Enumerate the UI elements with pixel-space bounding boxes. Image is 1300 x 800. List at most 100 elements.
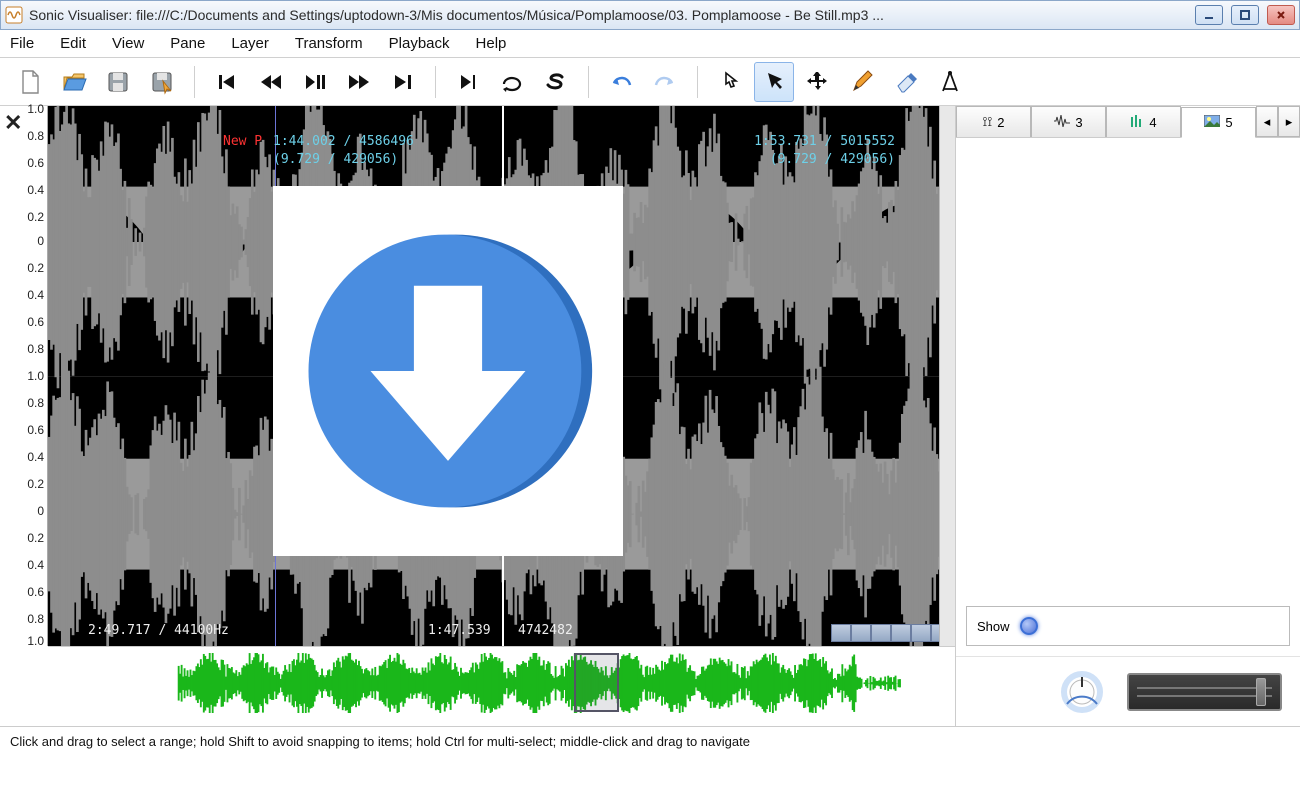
tab-num: 2 (997, 115, 1004, 130)
new-point-label: New P (223, 134, 262, 149)
layer-tab-5[interactable]: 5 (1181, 107, 1256, 138)
footer-left: 2:49.717 / 44100Hz (88, 623, 229, 638)
window-titlebar: Sonic Visualiser: file:///C:/Documents a… (0, 0, 1300, 30)
ffwd-end-button[interactable] (383, 62, 423, 102)
open-button[interactable] (54, 62, 94, 102)
tick: 0.2 (27, 531, 44, 545)
tick: 1.0 (27, 369, 44, 383)
save-as-button[interactable] (142, 62, 182, 102)
ffwd-button[interactable] (339, 62, 379, 102)
tick: 0.2 (27, 261, 44, 275)
tick: 0.8 (27, 342, 44, 356)
playback-controls (956, 656, 1300, 726)
tab-num: 4 (1149, 115, 1156, 130)
tick: 0.2 (27, 210, 44, 224)
navigate-tool[interactable] (710, 62, 750, 102)
erase-tool[interactable] (886, 62, 926, 102)
close-pane-icon[interactable]: ✕ (4, 110, 22, 136)
tick: 0.4 (27, 183, 44, 197)
layer-tab-4[interactable]: 4 (1106, 106, 1181, 137)
select-tool[interactable] (754, 62, 794, 102)
minimize-button[interactable] (1195, 5, 1223, 25)
tick: 0 (37, 504, 44, 518)
waveform-canvas[interactable]: New P 1:44.002 / 4586496 (9.729 / 429056… (48, 106, 955, 646)
properties-panel: ⟟⟟ 2 3 4 5 ◂ ▸ Show (955, 106, 1300, 726)
menu-edit[interactable]: Edit (60, 35, 86, 52)
overview-viewport[interactable] (574, 653, 619, 712)
tick: 1.0 (27, 102, 44, 116)
layer-tab-3[interactable]: 3 (1031, 106, 1106, 137)
redo-button[interactable] (645, 62, 685, 102)
tick: 0.8 (27, 396, 44, 410)
tick: 0.6 (27, 315, 44, 329)
ruler-icon: ⟟⟟ (983, 114, 993, 130)
undo-button[interactable] (601, 62, 641, 102)
image-icon (1204, 115, 1220, 130)
tick: 0 (37, 234, 44, 248)
menu-file[interactable]: File (10, 35, 34, 52)
layer-properties (956, 138, 1300, 606)
tick: 0.2 (27, 477, 44, 491)
draw-tool[interactable] (842, 62, 882, 102)
menu-playback[interactable]: Playback (389, 35, 450, 52)
gain-fader[interactable] (1127, 673, 1282, 711)
loop-button[interactable] (492, 62, 532, 102)
download-overlay-icon (273, 186, 623, 556)
status-text: Click and drag to select a range; hold S… (10, 734, 750, 749)
show-layer-row[interactable]: Show (966, 606, 1290, 646)
fader-thumb[interactable] (1256, 678, 1266, 706)
rewind-start-button[interactable] (207, 62, 247, 102)
menu-pane[interactable]: Pane (170, 35, 205, 52)
maximize-button[interactable] (1231, 5, 1259, 25)
tick: 0.6 (27, 585, 44, 599)
window-title: Sonic Visualiser: file:///C:/Documents a… (29, 7, 1187, 23)
wave-icon (1054, 115, 1070, 130)
play-selection-button[interactable] (448, 62, 488, 102)
tick: 1.0 (27, 634, 44, 648)
overview-pane[interactable] (48, 646, 955, 718)
footer-mid2: 4742482 (518, 623, 573, 638)
solo-button[interactable] (536, 62, 576, 102)
tick: 0.6 (27, 423, 44, 437)
tick: 0.8 (27, 612, 44, 626)
menu-layer[interactable]: Layer (231, 35, 269, 52)
cursor-right-dur: (9.729 / 429056) (770, 152, 895, 167)
tick: 0.6 (27, 156, 44, 170)
menu-view[interactable]: View (112, 35, 144, 52)
rewind-button[interactable] (251, 62, 291, 102)
tab-num: 3 (1075, 115, 1082, 130)
speed-dial[interactable] (1061, 671, 1103, 713)
close-button[interactable] (1267, 5, 1295, 25)
bars-icon (1130, 115, 1144, 130)
overview-waveform (58, 653, 945, 713)
app-icon (5, 6, 23, 24)
play-pause-button[interactable] (295, 62, 335, 102)
tab-scroll-left[interactable]: ◂ (1256, 106, 1278, 137)
toolbar (0, 58, 1300, 106)
move-tool[interactable] (798, 62, 838, 102)
save-button[interactable] (98, 62, 138, 102)
tick: 0.4 (27, 450, 44, 464)
waveform-pane[interactable]: ✕ 1.0 0.8 0.6 0.4 0.2 0 0.2 0.4 0.6 0.8 … (0, 106, 955, 726)
tab-scroll-right[interactable]: ▸ (1278, 106, 1300, 137)
menu-bar: File Edit View Pane Layer Transform Play… (0, 30, 1300, 58)
new-session-button[interactable] (10, 62, 50, 102)
status-bar: Click and drag to select a range; hold S… (0, 726, 1300, 756)
footer-mid: 1:47.539 (428, 623, 491, 638)
vertical-scrollbar[interactable] (939, 106, 955, 646)
main-area: ✕ 1.0 0.8 0.6 0.4 0.2 0 0.2 0.4 0.6 0.8 … (0, 106, 1300, 726)
measure-tool[interactable] (930, 62, 970, 102)
cursor-left-time: 1:44.002 / 4586496 (273, 134, 414, 149)
cursor-left-dur: (9.729 / 429056) (273, 152, 398, 167)
layer-tabstrip: ⟟⟟ 2 3 4 5 ◂ ▸ (956, 106, 1300, 138)
cursor-right-time: 1:53.731 / 5015552 (754, 134, 895, 149)
show-toggle[interactable] (1020, 617, 1038, 635)
menu-help[interactable]: Help (476, 35, 507, 52)
amplitude-ruler: 1.0 0.8 0.6 0.4 0.2 0 0.2 0.4 0.6 0.8 1.… (0, 106, 48, 646)
layer-tab-2[interactable]: ⟟⟟ 2 (956, 106, 1031, 137)
show-label: Show (977, 619, 1010, 634)
menu-transform[interactable]: Transform (295, 35, 363, 52)
tick: 0.4 (27, 288, 44, 302)
zoom-navigator[interactable] (831, 624, 951, 642)
tick: 0.4 (27, 558, 44, 572)
